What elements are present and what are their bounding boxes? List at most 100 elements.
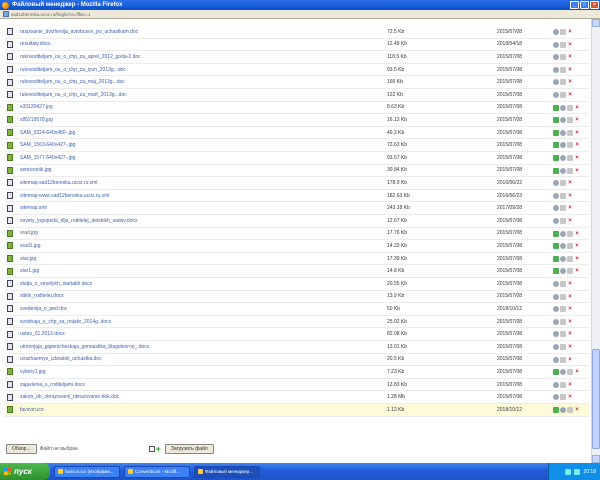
delete-icon[interactable]: × [567,180,573,186]
delete-icon[interactable]: × [574,256,580,262]
delete-icon[interactable]: × [567,67,573,73]
address-bar[interactable]: sad12bereska.ucoz.ru/fmgfx/?a=fff&c=1 [0,10,600,19]
file-name-link[interactable]: SAM_1563-640x427-.jpg [20,142,75,148]
info-icon[interactable] [553,306,559,313]
info-icon[interactable] [560,230,566,237]
image-edit-icon[interactable] [567,407,573,413]
eye-icon[interactable] [553,243,559,250]
delete-icon[interactable]: × [567,42,573,48]
table-row[interactable]: svedenija_o_ped.doc 50 Kb 2018/10/12 × [5,303,589,316]
file-name-link[interactable]: rukovoditeljam_ou_o_chp_za_mart_2013g...… [20,92,127,98]
info-icon[interactable] [553,381,559,388]
eye-icon[interactable] [553,129,559,136]
table-row[interactable]: uvazhaemye_izbirateli_uchastka.doc 20.5 K… [5,354,589,367]
delete-icon[interactable]: × [567,319,573,325]
delete-icon[interactable]: × [574,231,580,237]
eye-icon[interactable] [553,155,559,161]
rename-icon[interactable] [560,381,566,388]
info-icon[interactable] [553,331,559,338]
file-name-link[interactable]: semicvetik.jpg [20,167,51,173]
rename-icon[interactable] [560,29,566,35]
file-name-link[interactable]: s33120427.jpg [20,104,53,110]
table-row[interactable]: srad.jpg 17.76 Kb 2015/07/08 × [5,228,589,241]
file-name-link[interactable]: zakon_ob_obrazovanii_obrazovanie-dok.doc [20,394,119,400]
table-row[interactable]: s85219578.jpg 16.13 Kb 2015/07/08 × [5,114,589,127]
info-icon[interactable] [553,218,559,224]
delete-icon[interactable]: × [567,218,573,224]
table-row[interactable]: srad1.jpg 14.33 Kb 2015/07/08 × [5,240,589,253]
delete-icon[interactable]: × [574,268,580,274]
volume-icon[interactable] [574,468,581,475]
image-edit-icon[interactable] [567,117,573,124]
delete-icon[interactable]: × [574,155,580,161]
rename-icon[interactable] [560,66,566,73]
eye-icon[interactable] [553,142,559,149]
maximize-button[interactable]: □ [580,1,589,9]
file-name-link[interactable]: raspisanie_dvizhenija_avtobusov_po_uchas… [20,29,138,35]
info-icon[interactable] [553,344,559,350]
table-row[interactable]: rukovoditeljam_ou_o_chp_za_mart_2013g...… [5,89,589,102]
eye-icon[interactable] [553,117,559,124]
table-row[interactable]: star.jpg 17.39 Kb 2015/07/08 × [5,253,589,266]
taskbar-item-favicon[interactable]: favicon.ico (Изображе... [54,465,120,478]
file-name-link[interactable]: favicon.ico [20,407,44,413]
file-name-link[interactable]: rukovoditeljam_ou_o_chp_za_iyun_2013g...… [20,67,126,73]
info-icon[interactable] [560,167,566,174]
plus-icon[interactable]: + [156,444,161,454]
eye-icon[interactable] [553,369,559,376]
table-row[interactable]: SAM_0224-640x480-.jpg 49.2 Kb 2015/07/08 × [5,127,589,140]
file-name-link[interactable]: srad1.jpg [20,243,41,249]
table-row[interactable]: vybory1.jpg 7.23 Kb 2015/07/08 × [5,366,589,379]
file-name-link[interactable]: sitemap.xml [20,205,47,211]
browse-button[interactable]: Обзор... [6,444,37,454]
delete-icon[interactable]: × [574,168,580,174]
rename-icon[interactable] [560,344,566,350]
info-icon[interactable] [560,117,566,124]
info-icon[interactable] [553,66,559,73]
rename-icon[interactable] [560,205,566,212]
table-row[interactable]: svodnaja_o_chp_za_nojabr_2014g..docx 25.0… [5,316,589,329]
file-name-link[interactable]: sovety_logopeda_dlja_roditelej_detskikh_… [20,218,138,224]
file-name-link[interactable]: zajavlenia_s_roditeljami.docx [20,382,85,388]
table-row[interactable]: sovety_logopeda_dlja_roditelej_detskikh_… [5,215,589,228]
delete-icon[interactable]: × [567,92,573,98]
table-row[interactable]: zajavlenia_s_roditeljami.docx 13.83 Kb 201… [5,379,589,392]
image-edit-icon[interactable] [567,268,573,275]
delete-icon[interactable]: × [567,29,573,35]
start-button[interactable]: пуск [0,463,50,480]
image-edit-icon[interactable] [567,155,573,161]
table-row[interactable]: rukovoditeljam_ou_o_chp_za_maj_2013g...d… [5,76,589,89]
file-name-link[interactable]: svodnaja_o_chp_za_nojabr_2014g..docx [20,319,111,325]
scroll-up-button[interactable] [592,19,600,27]
table-row[interactable]: favicon.ico 1.12 Kb 2018/10/12 × [5,404,589,417]
file-name-link[interactable]: SAM_1577-640x427-.jpg [20,155,75,161]
table-row[interactable]: semicvetik.jpg 30.84 Kb 2015/07/08 × [5,165,589,178]
file-name-link[interactable]: uvazhaemye_izbirateli_uchastka.doc [20,356,102,362]
table-row[interactable]: rukovoditeljam_ou_o_chp_za_iyun_2013g...… [5,64,589,77]
delete-icon[interactable]: × [567,294,573,300]
table-row[interactable]: SAM_1563-640x427-.jpg 73.63 Kb 2015/07/08 × [5,139,589,152]
rename-icon[interactable] [560,92,566,98]
upload-button[interactable]: Загрузить файл [164,444,214,454]
delete-icon[interactable]: × [567,306,573,312]
delete-icon[interactable]: × [567,344,573,350]
file-name-link[interactable]: rukovoditeljam_ou_o_chp_za_aprel_2012_go… [20,54,141,60]
file-name-link[interactable]: sitemap-sad12bereska.ucoz.ru.xml [20,180,98,186]
info-icon[interactable] [553,205,559,212]
table-row[interactable]: stikhi_roditelej.docx 13.9 Kb 2015/07/08 × [5,291,589,304]
info-icon[interactable] [553,394,559,401]
delete-icon[interactable]: × [574,407,580,413]
table-row[interactable]: zakon_ob_obrazovanii_obrazovanie-dok.doc… [5,391,589,404]
delete-icon[interactable]: × [567,205,573,211]
image-edit-icon[interactable] [567,167,573,174]
scroll-down-button[interactable] [592,455,600,463]
rename-icon[interactable] [560,306,566,313]
file-name-link[interactable]: star1.jpg [20,268,39,274]
table-row[interactable]: ustav_01.2013.docx 82.08 Kb 2015/07/08 × [5,328,589,341]
taskbar-item-file-manager[interactable]: Файловый менеджер... [194,465,260,478]
taskbar-item-converticon[interactable]: ConvertIcon! - Mozill... [124,465,190,478]
delete-icon[interactable]: × [567,79,573,85]
eye-icon[interactable] [553,407,559,413]
info-icon[interactable] [553,41,559,48]
rename-icon[interactable] [560,192,566,199]
